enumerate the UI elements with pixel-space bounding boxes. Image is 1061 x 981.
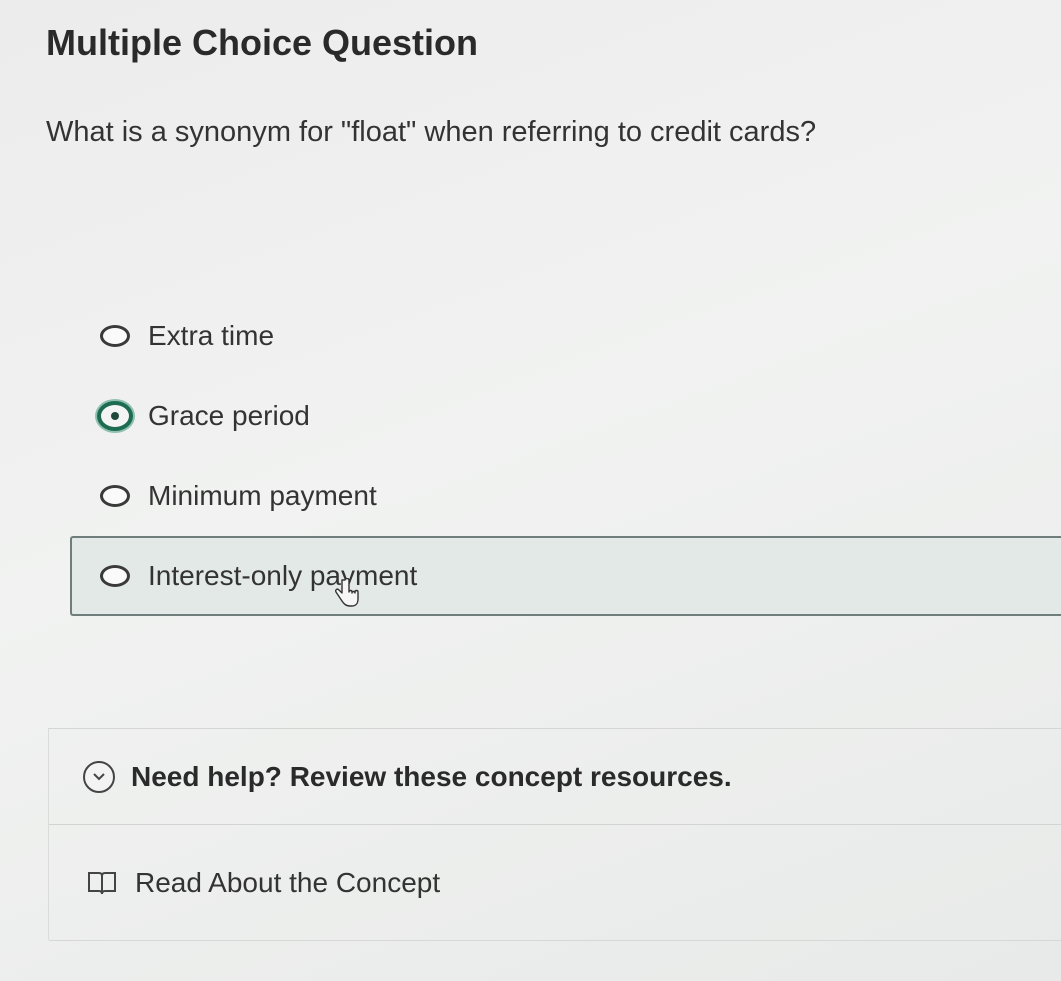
- chevron-down-circle-icon[interactable]: [83, 760, 115, 793]
- radio-button[interactable]: [100, 485, 130, 507]
- hand-cursor-icon: [335, 578, 359, 607]
- read-about-concept-link[interactable]: Read About the Concept: [49, 825, 1061, 941]
- question-type-heading: Multiple Choice Question: [46, 22, 479, 63]
- radio-button-selected[interactable]: [97, 401, 133, 431]
- read-about-concept-label: Read About the Concept: [135, 866, 441, 898]
- option-interest-only-payment[interactable]: Interest-only payment: [70, 536, 1061, 616]
- option-grace-period[interactable]: Grace period: [70, 376, 1061, 456]
- help-resources-panel: Need help? Review these concept resource…: [48, 728, 1061, 941]
- question-page: Multiple Choice Question What is a synon…: [0, 0, 1061, 981]
- radio-button[interactable]: [100, 325, 130, 347]
- help-toggle[interactable]: Need help? Review these concept resource…: [49, 729, 1061, 825]
- option-minimum-payment[interactable]: Minimum payment: [70, 456, 1061, 536]
- option-label: Interest-only payment: [148, 560, 418, 591]
- option-extra-time[interactable]: Extra time: [70, 296, 1061, 376]
- help-toggle-label: Need help? Review these concept resource…: [131, 760, 732, 792]
- answer-options: Extra time Grace period Minimum payment …: [70, 296, 1061, 616]
- radio-button[interactable]: [100, 565, 130, 587]
- book-icon: [88, 871, 116, 894]
- option-label: Grace period: [148, 400, 310, 431]
- radio-dot: [111, 412, 119, 420]
- option-label: Minimum payment: [148, 480, 377, 511]
- option-label: Extra time: [148, 320, 275, 351]
- question-prompt: What is a synonym for "float" when refer…: [46, 116, 817, 148]
